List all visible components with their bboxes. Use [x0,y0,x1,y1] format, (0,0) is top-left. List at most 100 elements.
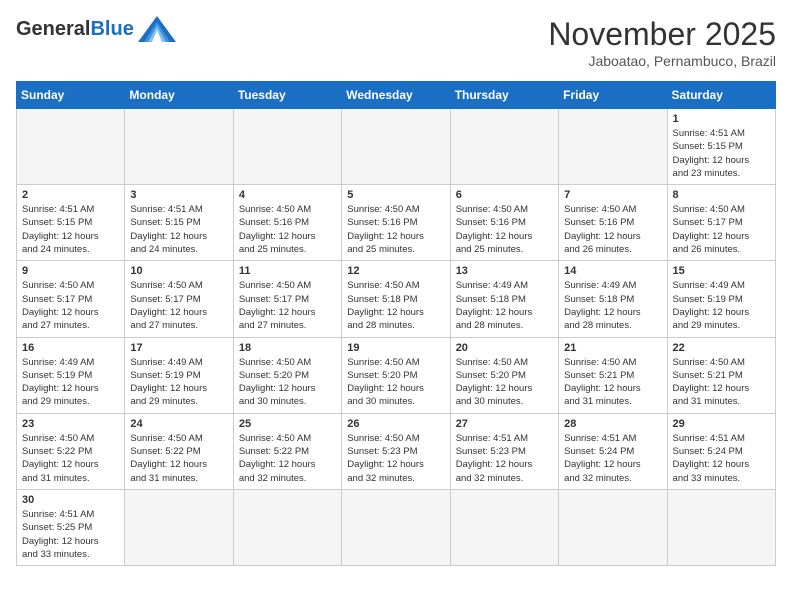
day-info: Sunrise: 4:50 AM Sunset: 5:16 PM Dayligh… [456,203,553,256]
calendar-day-cell [667,489,775,565]
day-number: 27 [456,418,553,430]
day-number: 14 [564,265,661,277]
day-info: Sunrise: 4:50 AM Sunset: 5:22 PM Dayligh… [22,432,119,485]
day-number: 4 [239,189,336,201]
calendar-week-row: 2 Sunrise: 4:51 AM Sunset: 5:15 PM Daylig… [17,185,776,261]
calendar-day-cell: 2 Sunrise: 4:51 AM Sunset: 5:15 PM Daylig… [17,185,125,261]
day-info: Sunrise: 4:50 AM Sunset: 5:16 PM Dayligh… [347,203,444,256]
calendar-week-row: 30 Sunrise: 4:51 AM Sunset: 5:25 PM Dayli… [17,489,776,565]
calendar-title: November 2025 [548,16,776,53]
calendar-day-cell: 30 Sunrise: 4:51 AM Sunset: 5:25 PM Dayli… [17,489,125,565]
calendar-week-row: 23 Sunrise: 4:50 AM Sunset: 5:22 PM Dayli… [17,413,776,489]
calendar-day-cell: 26 Sunrise: 4:50 AM Sunset: 5:23 PM Dayli… [342,413,450,489]
calendar-day-cell [233,109,341,185]
day-number: 15 [673,265,770,277]
day-number: 2 [22,189,119,201]
page-header: GeneralBlue November 2025 Jaboatao, Pern… [16,16,776,69]
calendar-day-cell: 6 Sunrise: 4:50 AM Sunset: 5:16 PM Daylig… [450,185,558,261]
day-info: Sunrise: 4:51 AM Sunset: 5:25 PM Dayligh… [22,508,119,561]
calendar-day-cell: 5 Sunrise: 4:50 AM Sunset: 5:16 PM Daylig… [342,185,450,261]
day-info: Sunrise: 4:51 AM Sunset: 5:24 PM Dayligh… [673,432,770,485]
day-info: Sunrise: 4:51 AM Sunset: 5:15 PM Dayligh… [673,127,770,180]
calendar-day-cell: 8Sunrise: 4:50 AM Sunset: 5:17 PM Daylig… [667,185,775,261]
calendar-day-cell: 27 Sunrise: 4:51 AM Sunset: 5:23 PM Dayli… [450,413,558,489]
calendar-day-cell: 22 Sunrise: 4:50 AM Sunset: 5:21 PM Dayli… [667,337,775,413]
day-number: 9 [22,265,119,277]
weekday-header-tuesday: Tuesday [233,82,341,109]
day-number: 24 [130,418,227,430]
calendar-table: SundayMondayTuesdayWednesdayThursdayFrid… [16,81,776,566]
calendar-week-row: 9 Sunrise: 4:50 AM Sunset: 5:17 PM Daylig… [17,261,776,337]
day-info: Sunrise: 4:50 AM Sunset: 5:21 PM Dayligh… [673,356,770,409]
weekday-header-row: SundayMondayTuesdayWednesdayThursdayFrid… [17,82,776,109]
day-info: Sunrise: 4:50 AM Sunset: 5:21 PM Dayligh… [564,356,661,409]
day-number: 17 [130,342,227,354]
calendar-day-cell: 3 Sunrise: 4:51 AM Sunset: 5:15 PM Daylig… [125,185,233,261]
day-number: 20 [456,342,553,354]
calendar-subtitle: Jaboatao, Pernambuco, Brazil [548,53,776,69]
day-number: 26 [347,418,444,430]
day-number: 28 [564,418,661,430]
day-number: 7 [564,189,661,201]
day-number: 12 [347,265,444,277]
day-info: Sunrise: 4:50 AM Sunset: 5:22 PM Dayligh… [239,432,336,485]
calendar-day-cell: 29 Sunrise: 4:51 AM Sunset: 5:24 PM Dayli… [667,413,775,489]
weekday-header-sunday: Sunday [17,82,125,109]
day-info: Sunrise: 4:50 AM Sunset: 5:17 PM Dayligh… [130,279,227,332]
calendar-day-cell [125,489,233,565]
day-number: 11 [239,265,336,277]
calendar-day-cell: 7Sunrise: 4:50 AM Sunset: 5:16 PM Daylig… [559,185,667,261]
day-number: 3 [130,189,227,201]
calendar-day-cell [450,489,558,565]
calendar-day-cell: 28 Sunrise: 4:51 AM Sunset: 5:24 PM Dayli… [559,413,667,489]
calendar-day-cell: 17Sunrise: 4:49 AM Sunset: 5:19 PM Dayli… [125,337,233,413]
calendar-day-cell [17,109,125,185]
day-info: Sunrise: 4:51 AM Sunset: 5:23 PM Dayligh… [456,432,553,485]
day-number: 29 [673,418,770,430]
calendar-day-cell [233,489,341,565]
calendar-day-cell: 13 Sunrise: 4:49 AM Sunset: 5:18 PM Dayli… [450,261,558,337]
day-number: 13 [456,265,553,277]
calendar-day-cell: 19 Sunrise: 4:50 AM Sunset: 5:20 PM Dayli… [342,337,450,413]
day-info: Sunrise: 4:49 AM Sunset: 5:18 PM Dayligh… [564,279,661,332]
weekday-header-wednesday: Wednesday [342,82,450,109]
calendar-day-cell [450,109,558,185]
day-number: 1 [673,113,770,125]
day-number: 22 [673,342,770,354]
day-number: 5 [347,189,444,201]
day-number: 25 [239,418,336,430]
calendar-day-cell: 25 Sunrise: 4:50 AM Sunset: 5:22 PM Dayli… [233,413,341,489]
calendar-day-cell: 18Sunrise: 4:50 AM Sunset: 5:20 PM Dayli… [233,337,341,413]
day-info: Sunrise: 4:51 AM Sunset: 5:15 PM Dayligh… [22,203,119,256]
day-number: 21 [564,342,661,354]
day-info: Sunrise: 4:50 AM Sunset: 5:20 PM Dayligh… [347,356,444,409]
day-info: Sunrise: 4:49 AM Sunset: 5:18 PM Dayligh… [456,279,553,332]
day-number: 6 [456,189,553,201]
calendar-day-cell: 23 Sunrise: 4:50 AM Sunset: 5:22 PM Dayli… [17,413,125,489]
day-info: Sunrise: 4:50 AM Sunset: 5:17 PM Dayligh… [239,279,336,332]
day-info: Sunrise: 4:50 AM Sunset: 5:20 PM Dayligh… [239,356,336,409]
day-number: 8 [673,189,770,201]
calendar-day-cell: 16Sunrise: 4:49 AM Sunset: 5:19 PM Dayli… [17,337,125,413]
calendar-day-cell [342,109,450,185]
calendar-day-cell: 9 Sunrise: 4:50 AM Sunset: 5:17 PM Daylig… [17,261,125,337]
calendar-day-cell [125,109,233,185]
calendar-day-cell: 1 Sunrise: 4:51 AM Sunset: 5:15 PM Daylig… [667,109,775,185]
weekday-header-friday: Friday [559,82,667,109]
day-info: Sunrise: 4:50 AM Sunset: 5:23 PM Dayligh… [347,432,444,485]
day-number: 19 [347,342,444,354]
day-number: 30 [22,494,119,506]
day-number: 16 [22,342,119,354]
day-info: Sunrise: 4:51 AM Sunset: 5:24 PM Dayligh… [564,432,661,485]
calendar-day-cell [559,109,667,185]
calendar-day-cell [342,489,450,565]
weekday-header-monday: Monday [125,82,233,109]
day-info: Sunrise: 4:50 AM Sunset: 5:17 PM Dayligh… [22,279,119,332]
day-number: 10 [130,265,227,277]
day-number: 23 [22,418,119,430]
day-info: Sunrise: 4:49 AM Sunset: 5:19 PM Dayligh… [673,279,770,332]
logo-icon [138,16,176,42]
day-info: Sunrise: 4:51 AM Sunset: 5:15 PM Dayligh… [130,203,227,256]
calendar-day-cell: 21 Sunrise: 4:50 AM Sunset: 5:21 PM Dayli… [559,337,667,413]
calendar-day-cell [559,489,667,565]
